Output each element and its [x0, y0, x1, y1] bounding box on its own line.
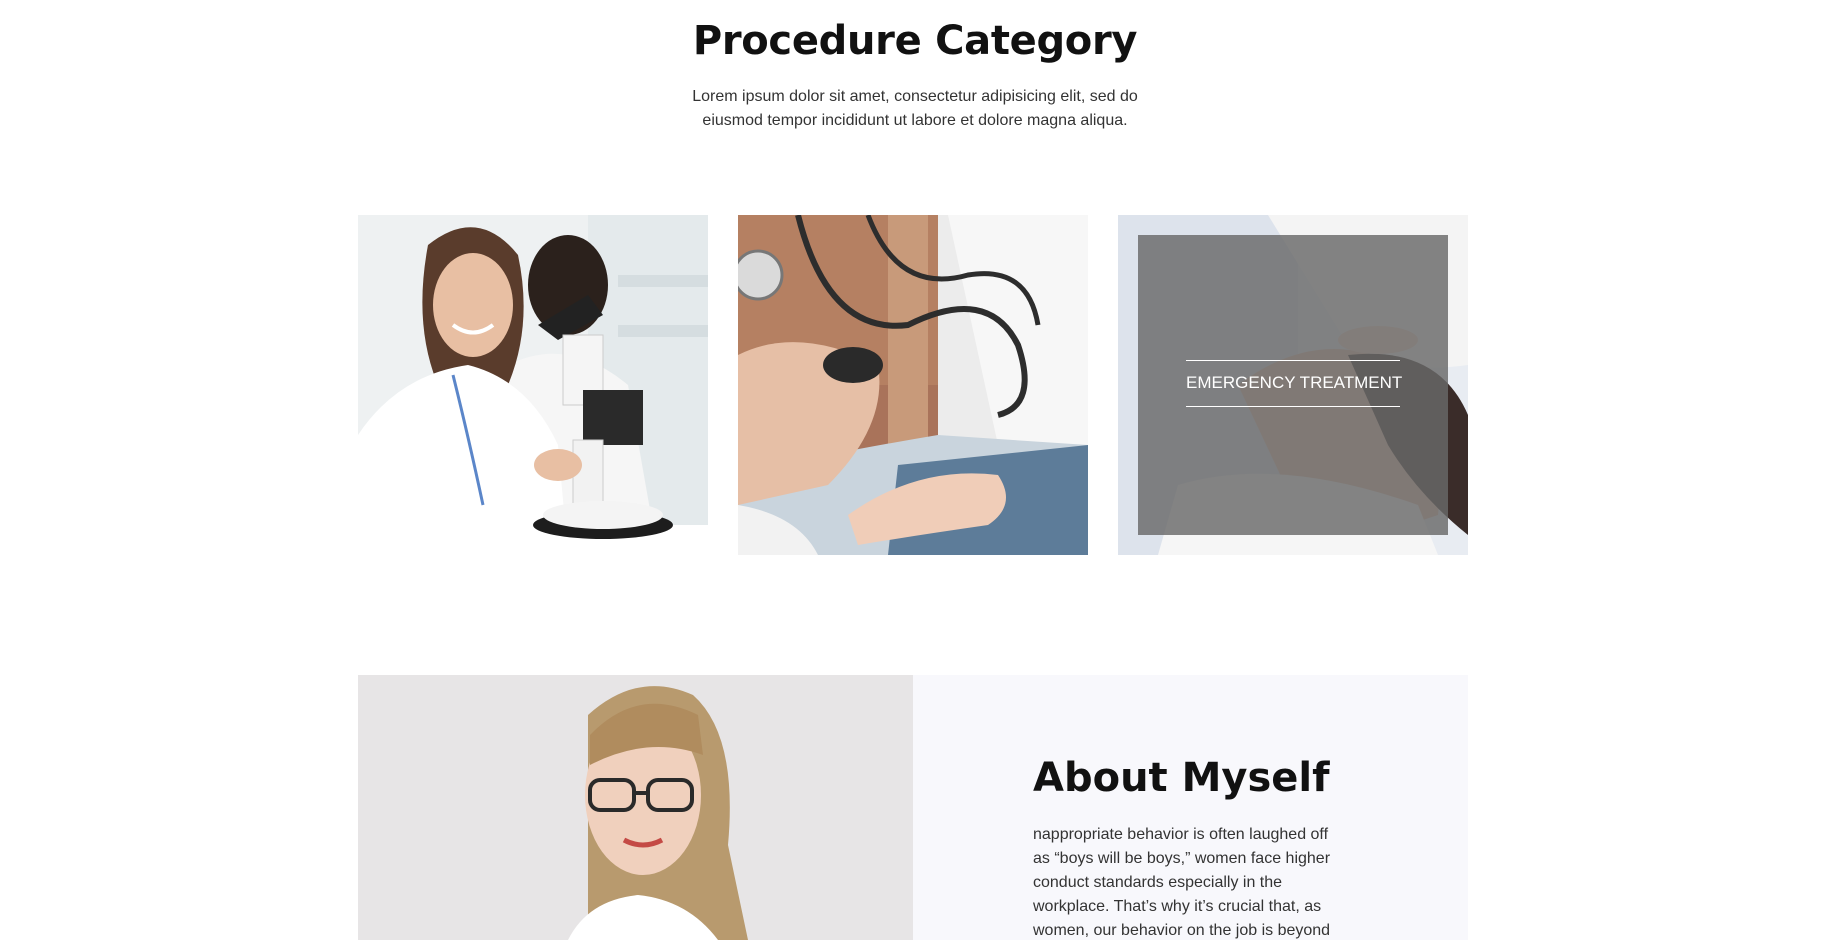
- category-card-blood-pressure[interactable]: [738, 215, 1088, 555]
- card-overlay: EMERGENCY TREATMENT: [1138, 235, 1448, 535]
- section-title: Procedure Category: [692, 18, 1138, 64]
- category-card-lab[interactable]: [358, 215, 708, 555]
- lab-microscope-image: [358, 215, 708, 555]
- about-section: About Myself nappropriate behavior is of…: [358, 675, 1468, 940]
- doctor-portrait-image: [358, 675, 913, 940]
- doctor-portrait: [358, 675, 913, 940]
- about-text: nappropriate behavior is often laughed o…: [1033, 826, 1331, 939]
- about-title: About Myself: [1033, 755, 1330, 801]
- blood-pressure-image: [738, 215, 1088, 555]
- category-card-emergency[interactable]: EMERGENCY TREATMENT: [1118, 215, 1468, 555]
- section-intro: Lorem ipsum dolor sit amet, consectetur …: [692, 88, 1138, 129]
- about-panel: About Myself nappropriate behavior is of…: [913, 675, 1468, 940]
- card-label[interactable]: EMERGENCY TREATMENT: [1186, 360, 1402, 407]
